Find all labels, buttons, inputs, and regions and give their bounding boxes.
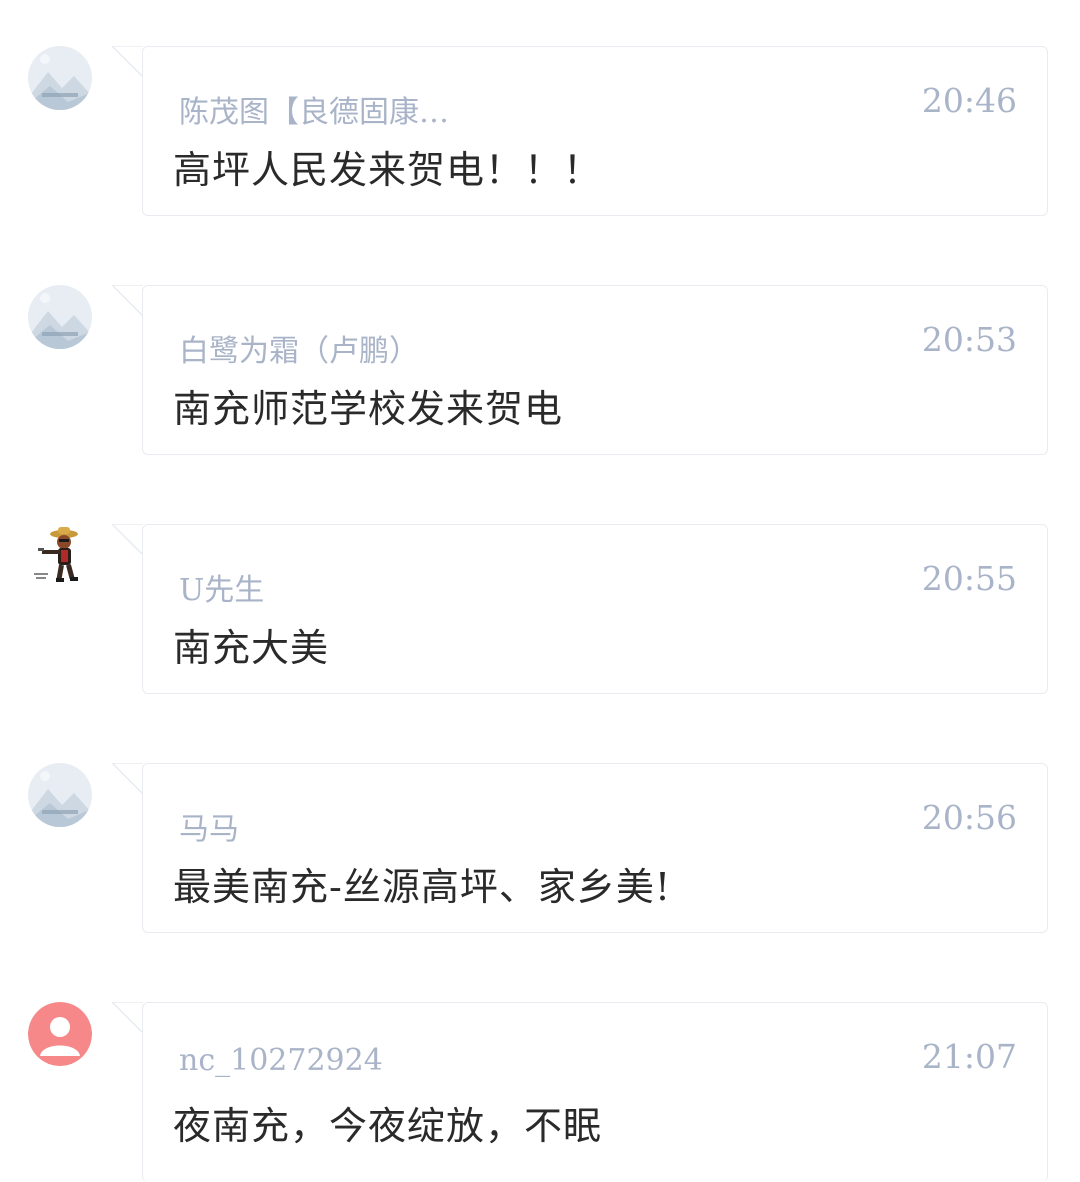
default-user-icon <box>28 1002 92 1066</box>
comment-item: 陈茂图【良德固康… 20:46 高坪人民发来贺电！！！ <box>0 46 1080 236</box>
comment-item: 白鹭为霜（卢鹏） 20:53 南充师范学校发来贺电 <box>0 285 1080 475</box>
comment-time: 20:46 <box>921 81 1017 120</box>
comment-bubble: 陈茂图【良德固康… 20:46 高坪人民发来贺电！！！ <box>142 46 1048 216</box>
bubble-tail <box>112 763 144 795</box>
comment-author[interactable]: 马马 <box>179 804 239 848</box>
avatar[interactable] <box>28 46 92 110</box>
bubble-tail <box>112 285 144 317</box>
comment-text: 最美南充-丝源高坪、家乡美! <box>173 865 672 909</box>
bubble-tail <box>112 46 144 78</box>
comment-time: 20:56 <box>921 798 1017 837</box>
comment-list: 陈茂图【良德固康… 20:46 高坪人民发来贺电！！！ 白鹭为霜（卢鹏） 20:… <box>0 0 1080 1182</box>
comment-time: 20:53 <box>921 320 1017 359</box>
comment-bubble: 马马 20:56 最美南充-丝源高坪、家乡美! <box>142 763 1048 933</box>
comment-author[interactable]: U先生 <box>179 565 264 609</box>
landscape-placeholder-icon <box>28 46 92 110</box>
landscape-placeholder-icon <box>28 763 92 827</box>
comment-author[interactable]: 陈茂图【良德固康… <box>179 87 449 131</box>
avatar[interactable] <box>28 285 92 349</box>
comment-item: 马马 20:56 最美南充-丝源高坪、家乡美! <box>0 763 1080 953</box>
avatar[interactable] <box>28 1002 92 1066</box>
comment-bubble: U先生 20:55 南充大美 <box>142 524 1048 694</box>
cartoon-character-avatar <box>28 524 92 588</box>
comment-item: U先生 20:55 南充大美 <box>0 524 1080 714</box>
bubble-tail <box>112 524 144 556</box>
comment-time: 20:55 <box>921 559 1017 598</box>
comment-text: 南充师范学校发来贺电 <box>173 387 564 431</box>
comment-author[interactable]: 白鹭为霜（卢鹏） <box>179 326 419 370</box>
avatar[interactable] <box>28 763 92 827</box>
comment-author[interactable]: nc_10272924 <box>179 1043 383 1078</box>
bubble-tail <box>112 1002 144 1034</box>
comment-bubble: 白鹭为霜（卢鹏） 20:53 南充师范学校发来贺电 <box>142 285 1048 455</box>
comment-bubble: nc_10272924 21:07 夜南充，今夜绽放，不眠 <box>142 1002 1048 1182</box>
comment-text: 南充大美 <box>173 626 330 670</box>
avatar[interactable] <box>28 524 92 588</box>
comment-text: 高坪人民发来贺电！！！ <box>173 148 603 192</box>
comment-time: 21:07 <box>921 1037 1017 1076</box>
comment-text: 夜南充，今夜绽放，不眠 <box>173 1104 603 1148</box>
landscape-placeholder-icon <box>28 285 92 349</box>
comment-item: nc_10272924 21:07 夜南充，今夜绽放，不眠 <box>0 1002 1080 1182</box>
